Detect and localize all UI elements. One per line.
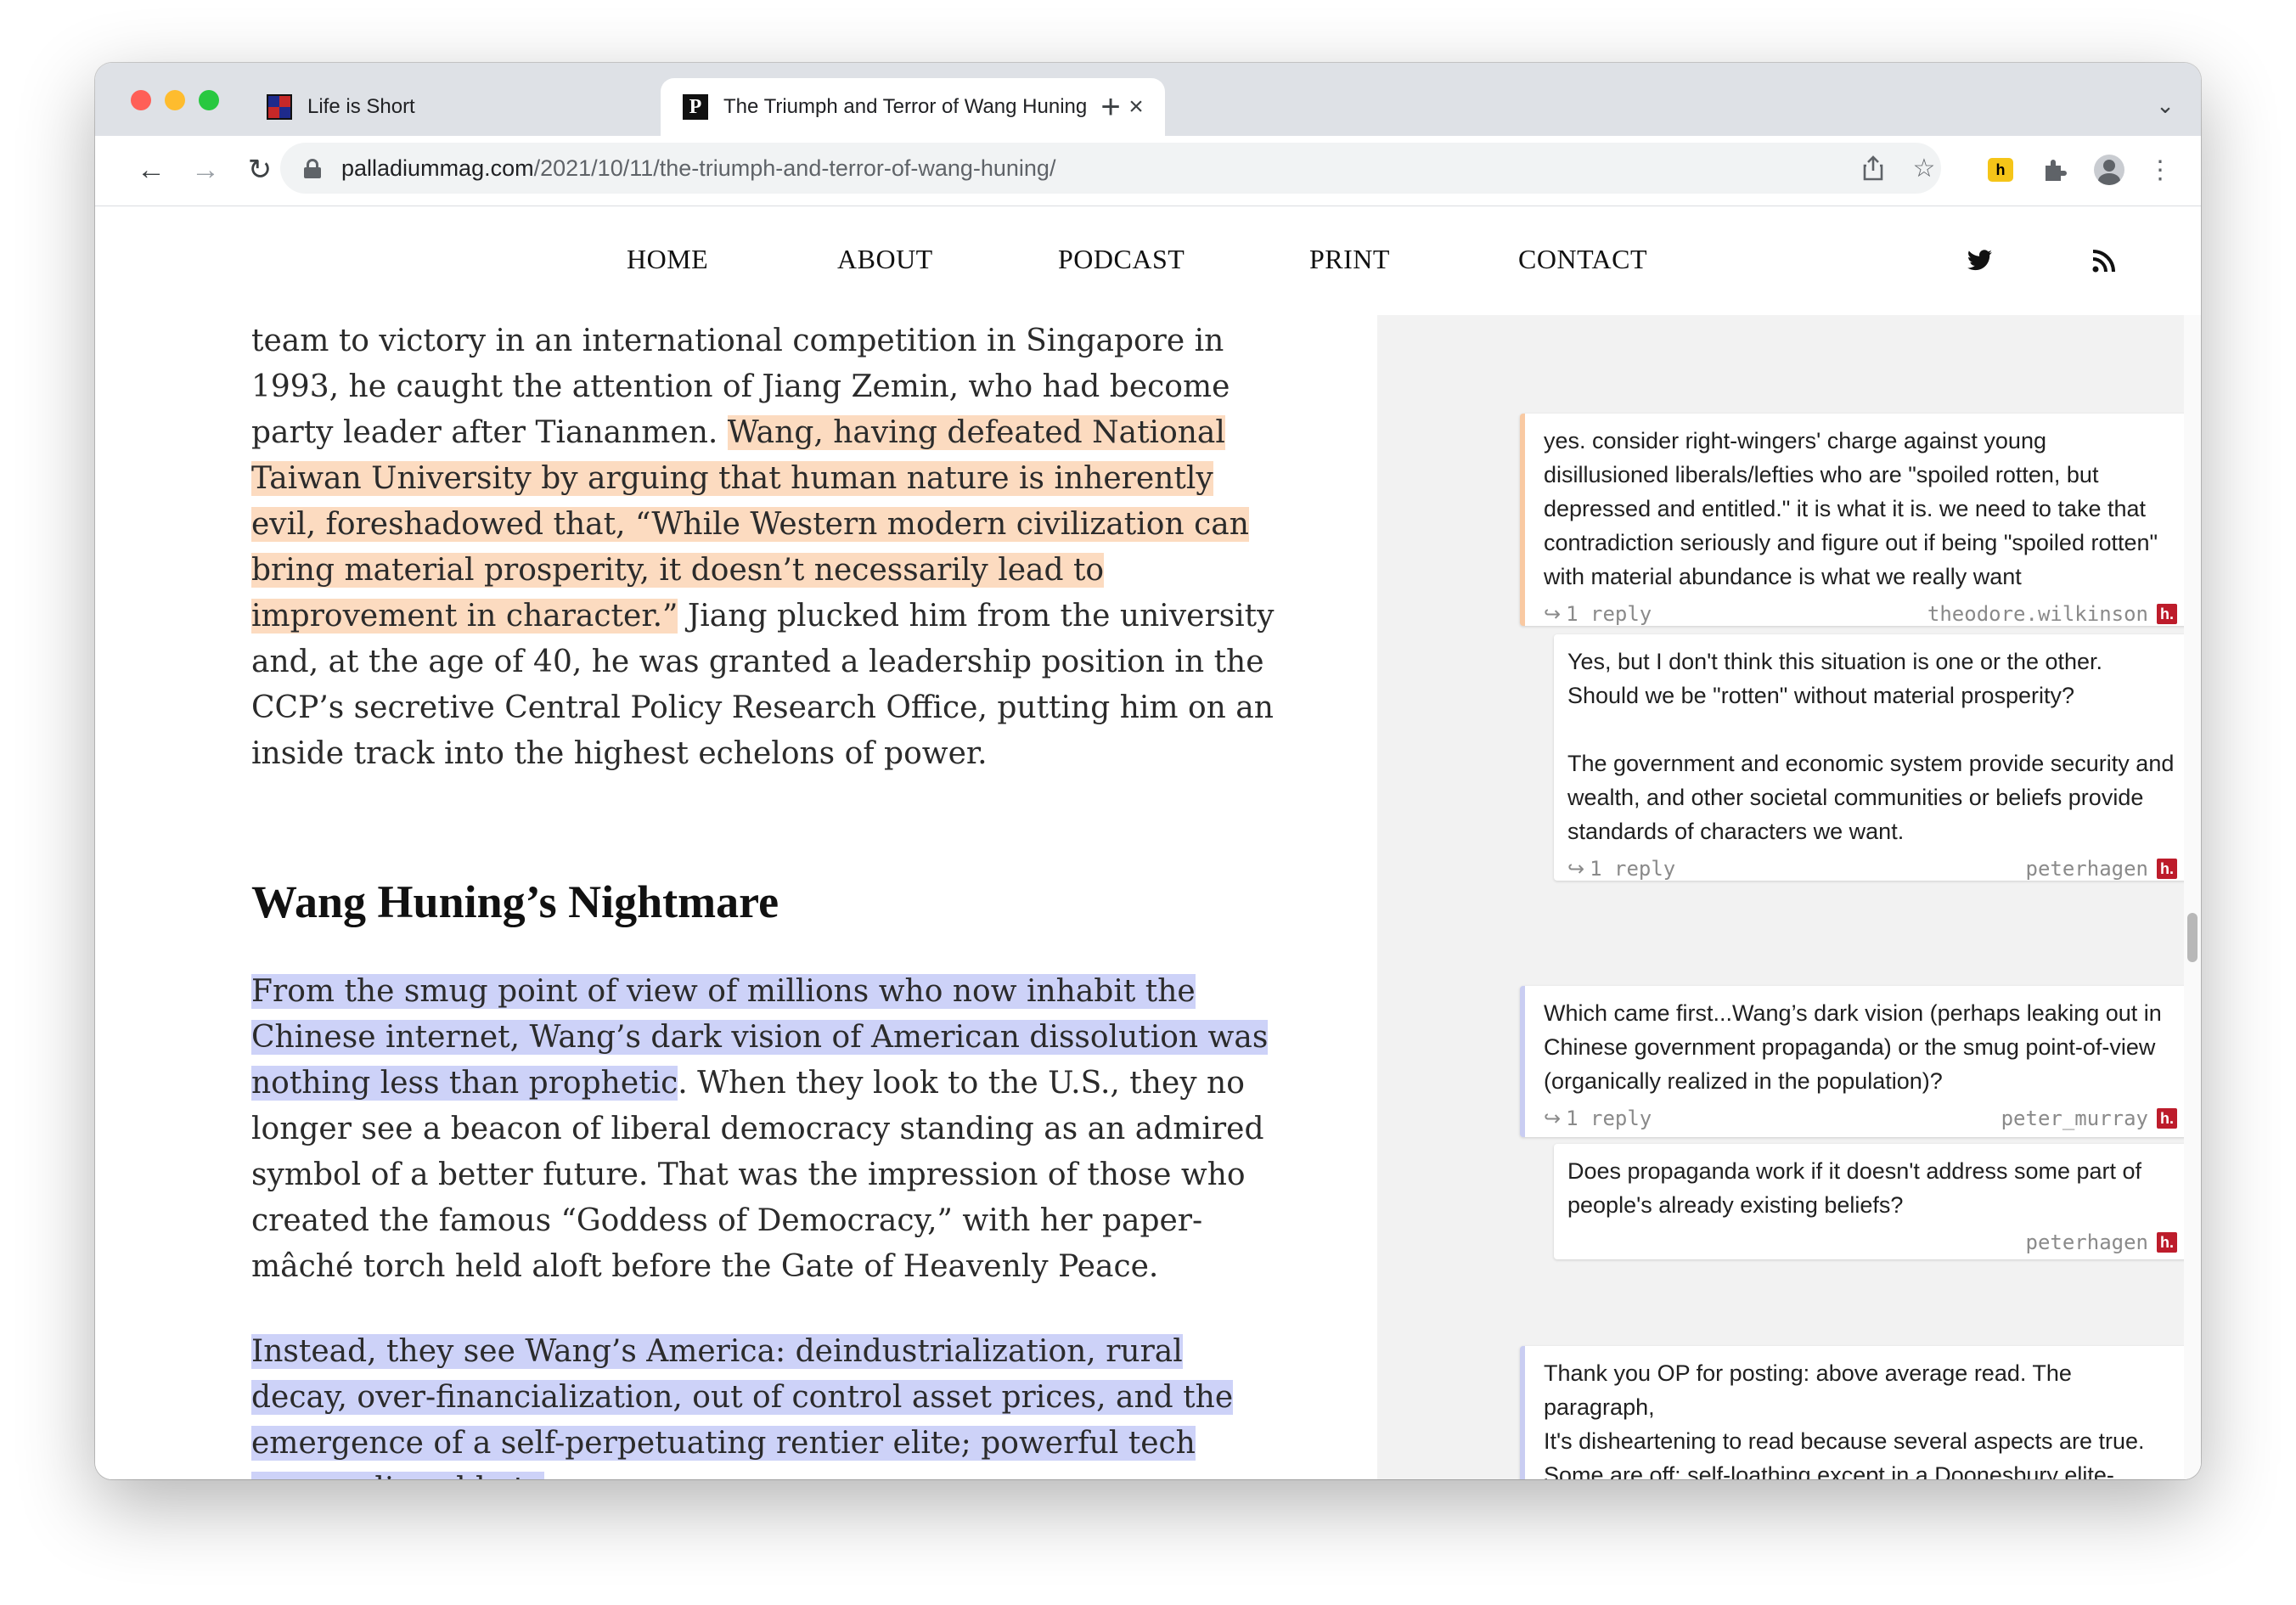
site-favicon-icon bbox=[267, 94, 292, 120]
palladium-favicon-icon: P bbox=[683, 94, 708, 120]
address-bar[interactable]: palladiummag.com/2021/10/11/the-triumph-… bbox=[280, 143, 1941, 194]
nav-podcast-link[interactable]: PODCAST bbox=[1058, 244, 1185, 275]
avatar-icon bbox=[2094, 155, 2124, 185]
url-path: /2021/10/11/the-triumph-and-terror-of-wa… bbox=[533, 155, 1056, 181]
annotation-text: yes. consider right-wingers' charge agai… bbox=[1544, 428, 2164, 589]
article-paragraph: From the smug point of view of millions … bbox=[251, 969, 1287, 1290]
reload-button[interactable]: ↻ bbox=[238, 148, 282, 192]
close-window-button[interactable] bbox=[131, 90, 151, 110]
tab-title: The Triumph and Terror of Wang Huning bbox=[723, 95, 1088, 118]
annotation-reply-card[interactable]: Does propaganda work if it doesn't addre… bbox=[1554, 1144, 2191, 1259]
annotation-text: Yes, but I don't think this situation is… bbox=[1567, 649, 2175, 844]
nav-contact-link[interactable]: CONTACT bbox=[1518, 244, 1647, 275]
hypothesis-h-icon: h bbox=[1988, 158, 2013, 182]
new-tab-button[interactable]: + bbox=[1087, 83, 1134, 131]
browser-window: Life is Short × P The Triumph and Terror… bbox=[95, 63, 2201, 1479]
url-host: palladiummag.com bbox=[341, 155, 534, 181]
tab-search-chevron-icon[interactable]: ⌄ bbox=[2148, 88, 2182, 122]
annotation-reply-card[interactable]: Yes, but I don't think this situation is… bbox=[1554, 634, 2191, 881]
annotation-username[interactable]: peterhagen bbox=[2026, 1225, 2149, 1259]
extensions-puzzle-icon[interactable] bbox=[2034, 149, 2075, 190]
lock-icon bbox=[304, 159, 321, 178]
annotation-text: Which came first...Wang’s dark vision (p… bbox=[1544, 1000, 2169, 1094]
annotation-card[interactable]: Which came first...Wang’s dark vision (p… bbox=[1520, 986, 2191, 1137]
forward-button[interactable]: → bbox=[183, 148, 228, 192]
hypothesis-badge-icon: h. bbox=[2157, 1232, 2177, 1253]
annotation-card[interactable]: Thank you OP for posting: above average … bbox=[1520, 1346, 2191, 1479]
nav-about-link[interactable]: ABOUT bbox=[837, 244, 933, 275]
section-heading: Wang Huning’s Nightmare bbox=[251, 876, 779, 927]
hypothesis-extension-icon[interactable]: h bbox=[1980, 149, 2021, 190]
annotation-username[interactable]: peter_murray bbox=[2001, 1101, 2148, 1135]
annotation-meta: ↪ 1 reply theodore.wilkinson h. bbox=[1544, 597, 2177, 631]
reply-count-link[interactable]: ↪ 1 reply bbox=[1567, 852, 1675, 886]
reply-count: 1 reply bbox=[1590, 857, 1676, 881]
reply-arrow-icon: ↪ bbox=[1544, 1107, 1562, 1130]
article-paragraph: team to victory in an international comp… bbox=[251, 318, 1287, 777]
page-scrollbar[interactable] bbox=[2184, 315, 2201, 1479]
hypothesis-badge-icon: h. bbox=[2157, 859, 2177, 879]
tab-strip: Life is Short × P The Triumph and Terror… bbox=[95, 63, 2201, 136]
annotation-text: Thank you OP for posting: above average … bbox=[1544, 1360, 2145, 1479]
annotation-text: Does propaganda work if it doesn't addre… bbox=[1567, 1158, 2148, 1218]
reply-arrow-icon: ↪ bbox=[1544, 602, 1562, 626]
back-button[interactable]: ← bbox=[129, 148, 173, 192]
article-content: team to victory in an international comp… bbox=[251, 315, 1287, 1479]
article-body: team to victory in an international comp… bbox=[129, 315, 1381, 1479]
twitter-icon[interactable] bbox=[1963, 244, 1997, 278]
site-navigation: HOME ABOUT PODCAST PRINT CONTACT bbox=[95, 206, 2201, 315]
annotation-meta: ↪ 1 reply peterhagen h. bbox=[1567, 852, 2177, 886]
web-page: HOME ABOUT PODCAST PRINT CONTACT team to… bbox=[95, 206, 2201, 1479]
article-paragraph: Instead, they see Wang’s America: deindu… bbox=[251, 1329, 1287, 1479]
reply-arrow-icon: ↪ bbox=[1567, 857, 1585, 881]
annotation-sidebar: yes. consider right-wingers' charge agai… bbox=[1377, 315, 2192, 1479]
profile-avatar[interactable] bbox=[2089, 149, 2130, 190]
annotation-username[interactable]: theodore.wilkinson bbox=[1927, 597, 2148, 631]
tab-title: Life is Short bbox=[307, 95, 415, 118]
hypothesis-badge-icon: h. bbox=[2157, 1108, 2177, 1129]
bookmark-star-icon[interactable]: ☆ bbox=[1907, 151, 1941, 185]
zoom-window-button[interactable] bbox=[199, 90, 219, 110]
reply-count: 1 reply bbox=[1566, 1107, 1652, 1130]
minimize-window-button[interactable] bbox=[165, 90, 185, 110]
share-icon[interactable] bbox=[1856, 151, 1890, 185]
nav-home-link[interactable]: HOME bbox=[627, 244, 708, 275]
reply-count: 1 reply bbox=[1566, 602, 1652, 626]
annotation-meta: peterhagen h. bbox=[1567, 1225, 2177, 1259]
browser-toolbar: ← → ↻ palladiummag.com/2021/10/11/the-tr… bbox=[95, 136, 2201, 206]
browser-menu-icon[interactable]: ⋮ bbox=[2140, 149, 2181, 190]
highlighted-text-blue[interactable]: Instead, they see Wang’s America: deindu… bbox=[251, 1334, 1234, 1479]
annotation-username[interactable]: peterhagen bbox=[2026, 852, 2149, 886]
annotation-card[interactable]: yes. consider right-wingers' charge agai… bbox=[1520, 414, 2191, 626]
rss-feed-icon[interactable] bbox=[2087, 244, 2121, 278]
nav-print-link[interactable]: PRINT bbox=[1309, 244, 1390, 275]
hypothesis-badge-icon: h. bbox=[2157, 604, 2177, 624]
reply-count-link[interactable]: ↪ 1 reply bbox=[1544, 597, 1652, 631]
reply-count-link[interactable]: ↪ 1 reply bbox=[1544, 1101, 1652, 1135]
annotation-meta: ↪ 1 reply peter_murray h. bbox=[1544, 1101, 2177, 1135]
scrollbar-thumb[interactable] bbox=[2187, 913, 2198, 962]
